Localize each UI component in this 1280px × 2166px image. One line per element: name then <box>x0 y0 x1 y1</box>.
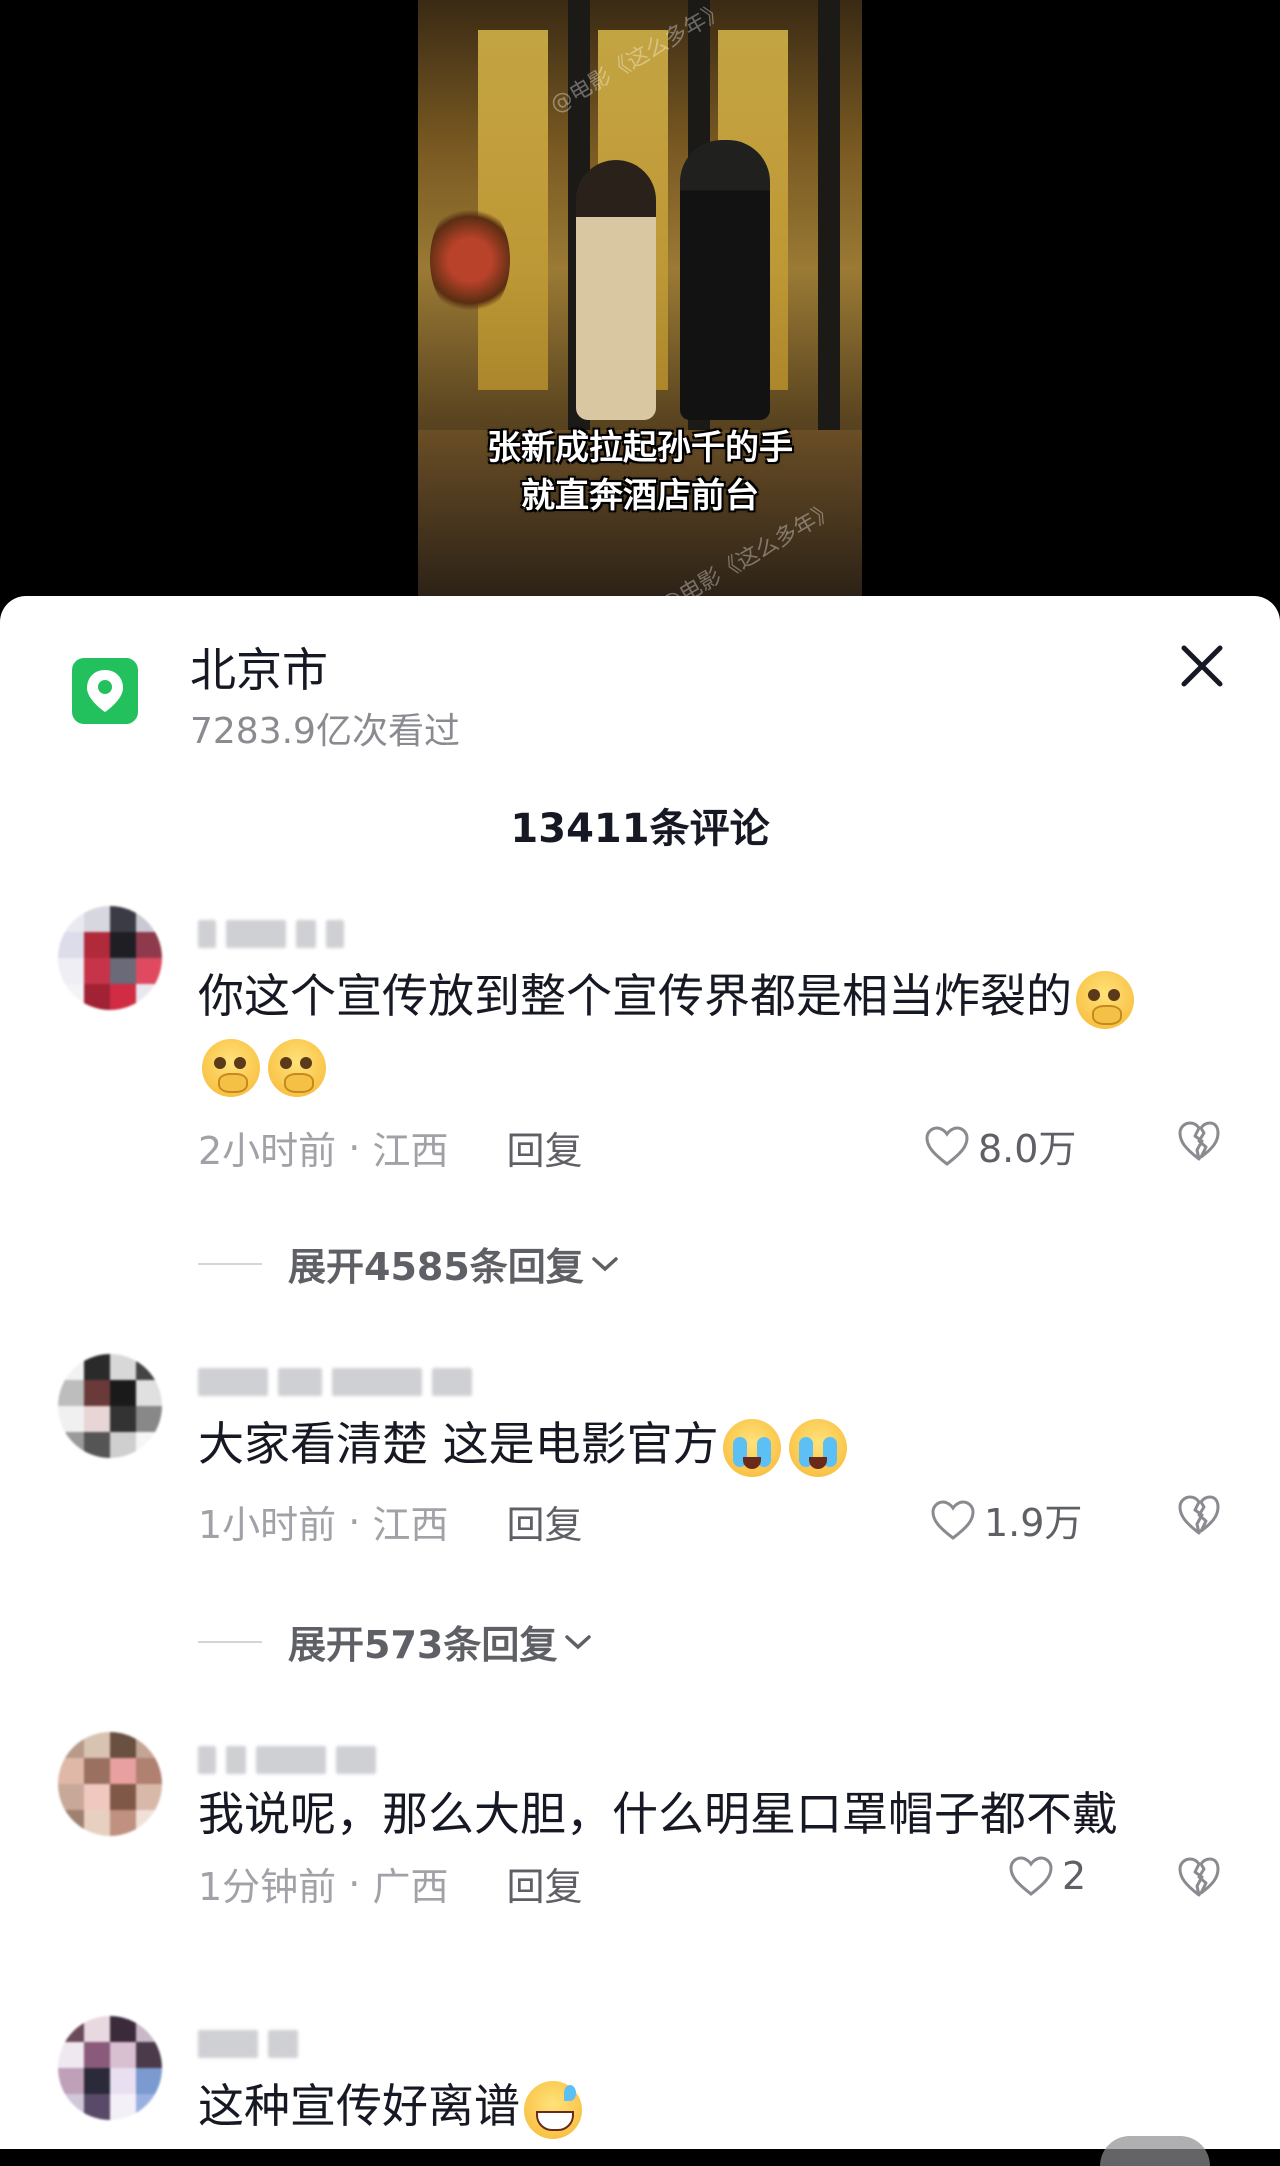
comment-count: 13411条评论 <box>510 806 770 852</box>
username-blurred[interactable] <box>198 2022 298 2066</box>
comment-location: 广西 <box>372 1865 449 1909</box>
like-button[interactable]: 1.9万 <box>930 1492 1082 1547</box>
comment-text: 我说呢，那么大胆，什么明星口罩帽子都不戴 <box>198 1780 1218 1848</box>
comment-text: 你这个宣传放到整个宣传界都是相当炸裂的 <box>198 962 1218 1098</box>
heart-icon <box>1009 1856 1053 1896</box>
avatar[interactable] <box>58 2016 162 2120</box>
pleading-face-emoji <box>1076 970 1134 1029</box>
broken-heart-icon <box>1178 1121 1220 1161</box>
comment-sheet: 北京市 7283.9亿次看过 13411条评论 你这个宣传放到整个宣传界都是相当… <box>0 596 1280 2166</box>
heart-icon <box>931 1499 975 1540</box>
video-person-figure <box>680 140 770 420</box>
like-count: 1.9万 <box>984 1501 1083 1545</box>
reply-button[interactable]: 回复 <box>506 1494 582 1549</box>
comment-meta: 2小时前 · 江西 回复 <box>198 1120 582 1175</box>
broken-heart-icon <box>1178 1495 1220 1535</box>
video-caption-line: 就直奔酒店前台 <box>521 476 759 516</box>
comment-text-content: 这种宣传好离谱 <box>198 2079 520 2133</box>
video-caption-line: 张新成拉起孙千的手 <box>487 428 793 468</box>
comment-time: 1小时前 <box>198 1503 337 1547</box>
like-button[interactable]: 8.0万 <box>924 1118 1076 1173</box>
comment-meta: 1小时前 · 江西 回复 <box>198 1494 582 1549</box>
expand-replies-label: 展开573条回复 <box>288 1623 558 1667</box>
comment-meta: 1分钟前 · 广西 回复 <box>198 1856 582 1911</box>
comment-text-content: 你这个宣传放到整个宣传界都是相当炸裂的 <box>198 969 1072 1023</box>
divider-line <box>198 1262 262 1265</box>
grinning-sweat-face-emoji <box>524 2080 582 2139</box>
chevron-down-icon <box>592 1256 618 1271</box>
expand-replies-label: 展开4585条回复 <box>288 1245 584 1289</box>
avatar[interactable] <box>58 1732 162 1836</box>
dislike-button[interactable] <box>1174 1490 1224 1540</box>
location-view-count: 7283.9亿次看过 <box>190 711 460 752</box>
comment-location: 江西 <box>372 1503 449 1547</box>
like-button[interactable]: 2 <box>1008 1854 1086 1898</box>
close-button[interactable] <box>1170 634 1234 698</box>
video-plant-decoration <box>430 200 510 320</box>
avatar[interactable] <box>58 906 162 1010</box>
comment-text-content: 大家看清楚 这是电影官方 <box>198 1417 719 1471</box>
comment-time: 2小时前 <box>198 1129 337 1173</box>
reply-button[interactable]: 回复 <box>506 1856 582 1911</box>
video-player[interactable]: @电影《这么多年》 @电影《这么多年》 张新成拉起孙千的手 就直奔酒店前台 <box>0 0 1280 620</box>
comment-location: 江西 <box>372 1129 449 1173</box>
username-blurred[interactable] <box>198 912 344 956</box>
avatar[interactable] <box>58 1354 162 1458</box>
broken-heart-icon <box>1178 1857 1220 1897</box>
comment-text: 大家看清楚 这是电影官方 <box>198 1410 1218 1478</box>
close-icon <box>1181 645 1223 687</box>
dislike-button[interactable] <box>1174 1852 1224 1902</box>
username-blurred[interactable] <box>198 1360 472 1404</box>
divider-line <box>198 1640 262 1643</box>
heart-icon <box>925 1125 969 1166</box>
reply-button[interactable]: 回复 <box>506 1120 582 1175</box>
expand-replies-button[interactable]: 展开4585条回复 <box>198 1236 620 1291</box>
location-title[interactable]: 北京市 <box>190 634 328 700</box>
video-person-figure <box>576 160 656 420</box>
expand-replies-button[interactable]: 展开573条回复 <box>198 1614 593 1669</box>
crying-face-emoji <box>722 1418 781 1477</box>
crying-face-emoji <box>788 1418 847 1477</box>
comment-text-content: 我说呢，那么大胆，什么明星口罩帽子都不戴 <box>198 1787 1118 1841</box>
chevron-down-icon <box>565 1634 592 1649</box>
comment-text: 这种宣传好离谱 <box>198 2072 1218 2140</box>
comment-time: 1分钟前 <box>198 1865 337 1909</box>
pleading-face-emoji <box>202 1038 260 1097</box>
scroll-handle[interactable] <box>1100 2136 1210 2166</box>
dislike-button[interactable] <box>1174 1116 1224 1166</box>
like-count: 8.0万 <box>978 1127 1077 1171</box>
pleading-face-emoji <box>268 1038 326 1097</box>
username-blurred[interactable] <box>198 1738 376 1782</box>
like-count: 2 <box>1062 1854 1087 1898</box>
location-pin-icon[interactable] <box>72 658 138 724</box>
